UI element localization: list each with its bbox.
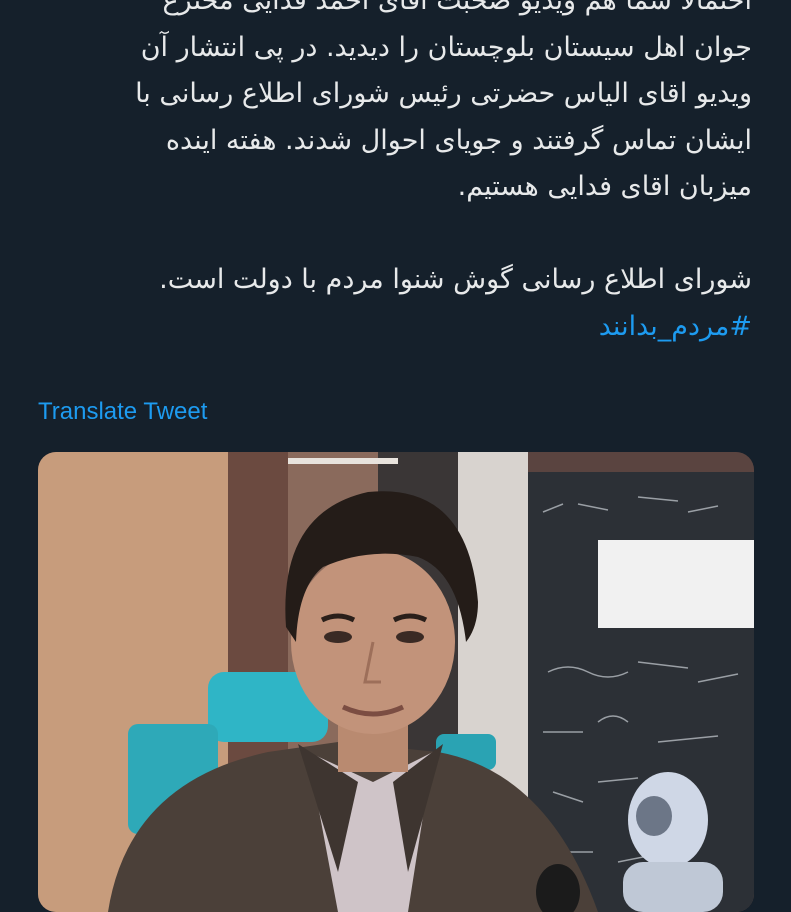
tweet-line-1: احتمالا شما هم ویدیو صحبت آقای احمد فدای… (162, 0, 753, 16)
tweet-text: احتمالا شما هم ویدیو صحبت آقای احمد فدای… (38, 0, 752, 350)
tweet-line-3: ویدیو اقای الیاس حضرتی رئیس شورای اطلاع … (135, 78, 752, 109)
tweet-line-5: میزبان اقای فدایی هستیم. (457, 171, 752, 202)
tweet-video-thumbnail[interactable] (38, 452, 754, 912)
tweet-closing-line: شورای اطلاع رسانی گوش شنوا مردم با دولت … (159, 264, 752, 295)
hashtag-link[interactable]: #مردم_بدانند (38, 304, 752, 351)
video-frame-image (38, 452, 754, 912)
translate-tweet-link[interactable]: Translate Tweet (38, 398, 207, 426)
tweet-line-4: ایشان تماس گرفتند و جویای احوال شدند. هف… (165, 124, 752, 156)
tweet-line-2: جوان اهل سیستان بلوچستان را دیدید. در پی… (140, 31, 752, 63)
